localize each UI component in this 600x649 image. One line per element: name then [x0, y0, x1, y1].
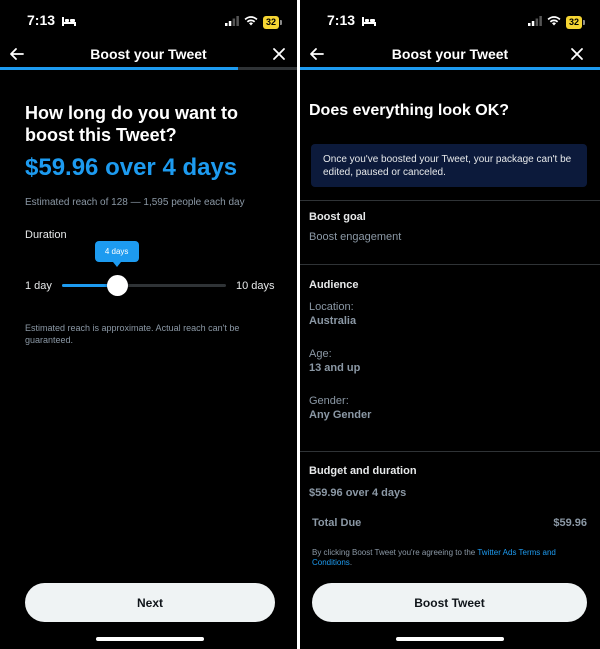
status-time: 7:13	[27, 12, 56, 28]
location-value: Australia	[309, 315, 357, 327]
terms-prefix: By clicking Boost Tweet you're agreeing …	[312, 548, 478, 557]
estimated-reach: Estimated reach of 128 — 1,595 people ea…	[25, 197, 245, 208]
slider-thumb[interactable]	[106, 275, 128, 296]
nav-bar: Boost your Tweet	[300, 40, 600, 68]
slider-tooltip: 4 days	[94, 241, 139, 267]
terms-suffix: .	[349, 558, 353, 567]
divider	[300, 200, 600, 201]
age-label: Age:	[309, 348, 332, 360]
location-label: Location:	[309, 301, 354, 313]
nav-bar: Boost your Tweet	[0, 40, 297, 68]
cellular-signal-icon	[224, 13, 239, 31]
total-due-label: Total Due	[312, 517, 362, 529]
age-value: 13 and up	[309, 362, 361, 374]
battery-indicator: 32	[565, 15, 586, 29]
boost-goal-title: Boost goal	[309, 211, 366, 223]
duration-screen: 7:13 32 Boost your Tweet How long do you…	[0, 0, 297, 649]
status-bar: 7:13 32	[300, 0, 600, 40]
total-due-amount: $59.96	[553, 517, 587, 529]
wifi-icon	[547, 13, 561, 31]
duration-question: How long do you want to boost this Tweet…	[25, 103, 238, 145]
duration-slider[interactable]: 4 days	[62, 241, 226, 296]
status-bar: 7:13 32	[0, 0, 297, 40]
home-indicator	[96, 637, 204, 641]
no-edit-warning: Once you've boosted your Tweet, your pac…	[311, 144, 587, 187]
slider-min-label: 1 day	[25, 280, 52, 292]
wifi-icon	[244, 13, 258, 31]
bed-icon	[361, 13, 376, 29]
terms-notice: By clicking Boost Tweet you're agreeing …	[312, 548, 582, 568]
gender-label: Gender:	[309, 395, 349, 407]
home-indicator	[396, 637, 504, 641]
divider	[300, 264, 600, 265]
review-heading: Does everything look OK?	[309, 102, 510, 119]
reach-disclaimer: Estimated reach is approximate. Actual r…	[25, 323, 240, 345]
close-icon[interactable]	[568, 45, 586, 63]
audience-title: Audience	[309, 279, 359, 291]
step-progress-fill	[0, 67, 238, 70]
budget-value: $59.96 over 4 days	[309, 487, 407, 499]
step-progress-fill	[300, 67, 600, 70]
step-progress	[0, 67, 297, 70]
divider	[300, 451, 600, 452]
budget-title: Budget and duration	[309, 465, 417, 477]
slider-max-label: 10 days	[236, 280, 275, 292]
step-progress	[300, 67, 600, 70]
gender-value: Any Gender	[309, 409, 372, 421]
next-button[interactable]: Next	[25, 583, 275, 622]
status-time: 7:13	[327, 12, 356, 28]
bed-icon	[61, 13, 76, 29]
boost-goal-value: Boost engagement	[309, 231, 402, 243]
duration-label: Duration	[25, 229, 67, 241]
boost-tweet-button[interactable]: Boost Tweet	[312, 583, 587, 622]
nav-title: Boost your Tweet	[391, 46, 509, 62]
battery-indicator: 32	[262, 15, 283, 29]
nav-title: Boost your Tweet	[90, 46, 207, 62]
cellular-signal-icon	[527, 13, 542, 31]
review-screen: 7:13 32 Boost your Tweet Does everything…	[300, 0, 600, 649]
close-icon[interactable]	[270, 45, 288, 63]
price-summary: $59.96 over 4 days	[25, 154, 238, 181]
